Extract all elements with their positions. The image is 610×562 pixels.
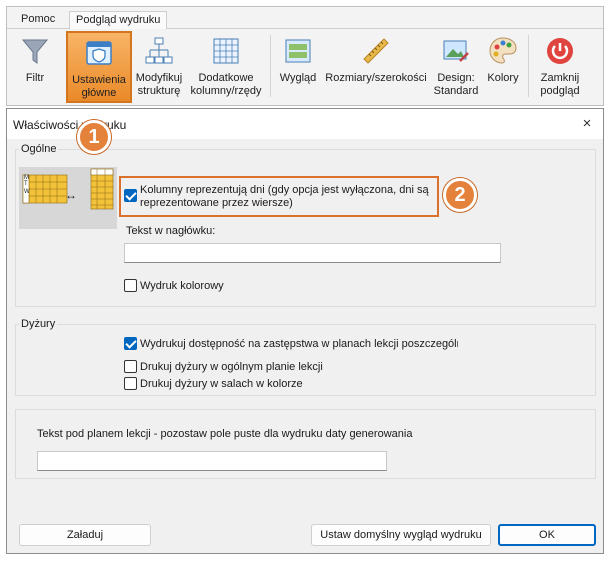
main-settings-button-label: Ustawienia główne xyxy=(72,74,126,99)
print-duty-rooms-color-checkbox[interactable] xyxy=(124,377,137,390)
ribbon: Pomoc Podgląd wydruku Filtr Ustawienia g… xyxy=(6,6,604,106)
ribbon-separator xyxy=(528,35,529,97)
design-standard-button-label: Design: Standard xyxy=(433,72,479,97)
close-preview-button[interactable]: Zamknij podgląd xyxy=(532,31,588,103)
preview-swap-arrow: ↔ xyxy=(65,188,77,202)
print-substitution-availability-checkbox[interactable] xyxy=(124,337,137,350)
close-preview-button-label: Zamknij podgląd xyxy=(540,72,580,97)
layout-window-icon xyxy=(285,39,311,63)
footer-text-label: Tekst pod planem lekcji - pozostaw pole … xyxy=(37,428,413,440)
set-default-look-button[interactable]: Ustaw domyślny wygląd wydruku xyxy=(311,524,491,546)
funnel-icon xyxy=(21,39,49,64)
window-shield-icon xyxy=(86,41,112,65)
duty-group-label: Dyżury xyxy=(19,318,58,330)
footer-text-input[interactable] xyxy=(37,451,387,471)
close-icon[interactable]: × xyxy=(579,116,595,132)
extra-columns-rows-button-label: Dodatkowe kolumny/rzędy xyxy=(190,72,262,97)
ok-button[interactable]: OK xyxy=(498,524,596,546)
grid-table-icon xyxy=(213,38,239,64)
ribbon-separator xyxy=(270,35,271,97)
appearance-button-label: Wygląd xyxy=(279,72,317,84)
main-settings-button[interactable]: Ustawienia główne xyxy=(66,31,132,103)
picture-brush-icon xyxy=(443,40,469,62)
sizes-widths-button[interactable]: Rozmiary/szerokości xyxy=(322,31,430,103)
print-duty-general-plan-checkbox[interactable] xyxy=(124,360,137,373)
appearance-button[interactable]: Wygląd xyxy=(275,31,321,103)
highlight-box-2 xyxy=(119,176,439,217)
header-text-label: Tekst w nagłówku: xyxy=(126,225,216,237)
print-substitution-availability-label: Wydrukuj dostępność na zastępstwa w plan… xyxy=(140,338,458,350)
modify-structure-button[interactable]: Modyfikuj strukturę xyxy=(134,31,184,103)
preview-letter-w: W xyxy=(24,189,30,195)
design-standard-button[interactable]: Design: Standard xyxy=(431,31,481,103)
load-button[interactable]: Załaduj xyxy=(19,524,151,546)
callout-1: 1 xyxy=(77,120,111,154)
hierarchy-icon xyxy=(145,37,173,64)
colors-button[interactable]: Kolory xyxy=(482,31,524,103)
callout-2: 2 xyxy=(443,178,477,212)
power-icon xyxy=(547,38,573,64)
preview-letter-t: T xyxy=(24,181,28,187)
filter-button-label: Filtr xyxy=(25,72,45,84)
palette-icon xyxy=(489,37,517,64)
tab-podglad-wydruku[interactable]: Podgląd wydruku xyxy=(69,11,168,29)
tab-pomoc[interactable]: Pomoc xyxy=(15,11,61,29)
colors-button-label: Kolory xyxy=(487,72,519,84)
color-print-label: Wydruk kolorowy xyxy=(140,280,224,292)
filter-button[interactable]: Filtr xyxy=(11,31,59,103)
modify-structure-button-label: Modyfikuj strukturę xyxy=(135,72,183,97)
print-properties-dialog: Właściwości wydruku × Ogólne M T W ↔ Kol… xyxy=(6,108,604,554)
general-group-label: Ogólne xyxy=(19,143,59,155)
sizes-widths-button-label: Rozmiary/szerokości xyxy=(325,72,427,84)
color-print-checkbox[interactable] xyxy=(124,279,137,292)
ruler-icon xyxy=(363,38,389,64)
print-duty-general-plan-label: Drukuj dyżury w ogólnym planie lekcji xyxy=(140,361,323,373)
header-text-input[interactable] xyxy=(124,243,501,263)
print-duty-rooms-color-label: Drukuj dyżury w salach w kolorze xyxy=(140,378,303,390)
duty-group xyxy=(15,324,596,396)
extra-columns-rows-button[interactable]: Dodatkowe kolumny/rzędy xyxy=(186,31,266,103)
